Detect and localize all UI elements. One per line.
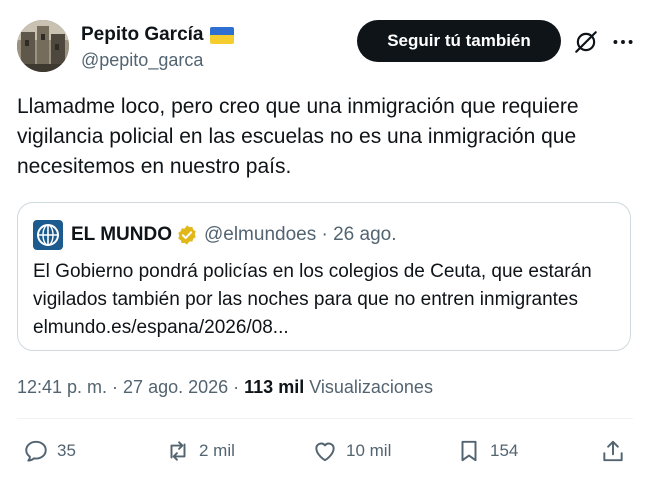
bookmark-icon <box>461 440 477 462</box>
author-display-name[interactable]: Pepito García <box>81 23 234 47</box>
reply-button[interactable]: 35 <box>23 438 76 464</box>
like-count: 10 mil <box>346 441 392 460</box>
share-button[interactable] <box>600 438 626 464</box>
share-icon <box>603 440 623 462</box>
bookmark-button[interactable]: 154 <box>456 438 518 464</box>
reply-icon <box>25 440 47 462</box>
like-button[interactable]: 10 mil <box>312 438 391 464</box>
author-names: Pepito García @pepito_garca <box>81 23 234 72</box>
quoted-tweet[interactable]: EL MUNDO @elmundoes · 26 ago. El Gobiern… <box>17 202 631 351</box>
bookmark-count: 154 <box>490 441 519 460</box>
repost-count: 2 mil <box>199 441 235 460</box>
tweet-header: Pepito García @pepito_garca Seguir tú ta… <box>17 20 633 74</box>
quoted-author-name: EL MUNDO <box>71 224 172 245</box>
avatar[interactable] <box>17 20 69 72</box>
tweet-meta: 12:41 p. m. · 27 ago. 2026 · 113 mil Vis… <box>17 375 433 399</box>
views-label: Visualizaciones <box>304 377 433 397</box>
more-icon[interactable] <box>610 29 636 55</box>
follow-button[interactable]: Seguir tú también <box>357 20 561 62</box>
divider <box>17 418 633 419</box>
tweet-timestamp[interactable]: 12:41 p. m. · 27 ago. 2026 · <box>17 377 244 397</box>
action-bar: 35 2 mil 10 mil 154 <box>17 438 629 468</box>
elmundo-logo-icon <box>33 220 63 250</box>
reply-count: 35 <box>57 441 76 460</box>
repost-icon <box>170 441 186 461</box>
author-handle[interactable]: @pepito_garca <box>81 48 234 72</box>
quoted-handle-date: @elmundoes · 26 ago. <box>203 224 397 245</box>
views-count: 113 mil <box>244 377 305 397</box>
repost-button[interactable]: 2 mil <box>165 438 235 464</box>
quoted-tweet-header: EL MUNDO @elmundoes · 26 ago. <box>33 220 397 250</box>
quoted-tweet-text: El Gobierno pondrá policías en los coleg… <box>33 261 592 338</box>
heart-icon <box>315 442 335 462</box>
ukraine-flag-icon <box>209 26 234 44</box>
author-name-text: Pepito García <box>81 24 204 45</box>
tweet-text: Llamadme loco, pero creo que una inmigra… <box>17 95 579 178</box>
verified-badge-icon <box>178 225 196 245</box>
grok-icon[interactable] <box>573 29 599 55</box>
